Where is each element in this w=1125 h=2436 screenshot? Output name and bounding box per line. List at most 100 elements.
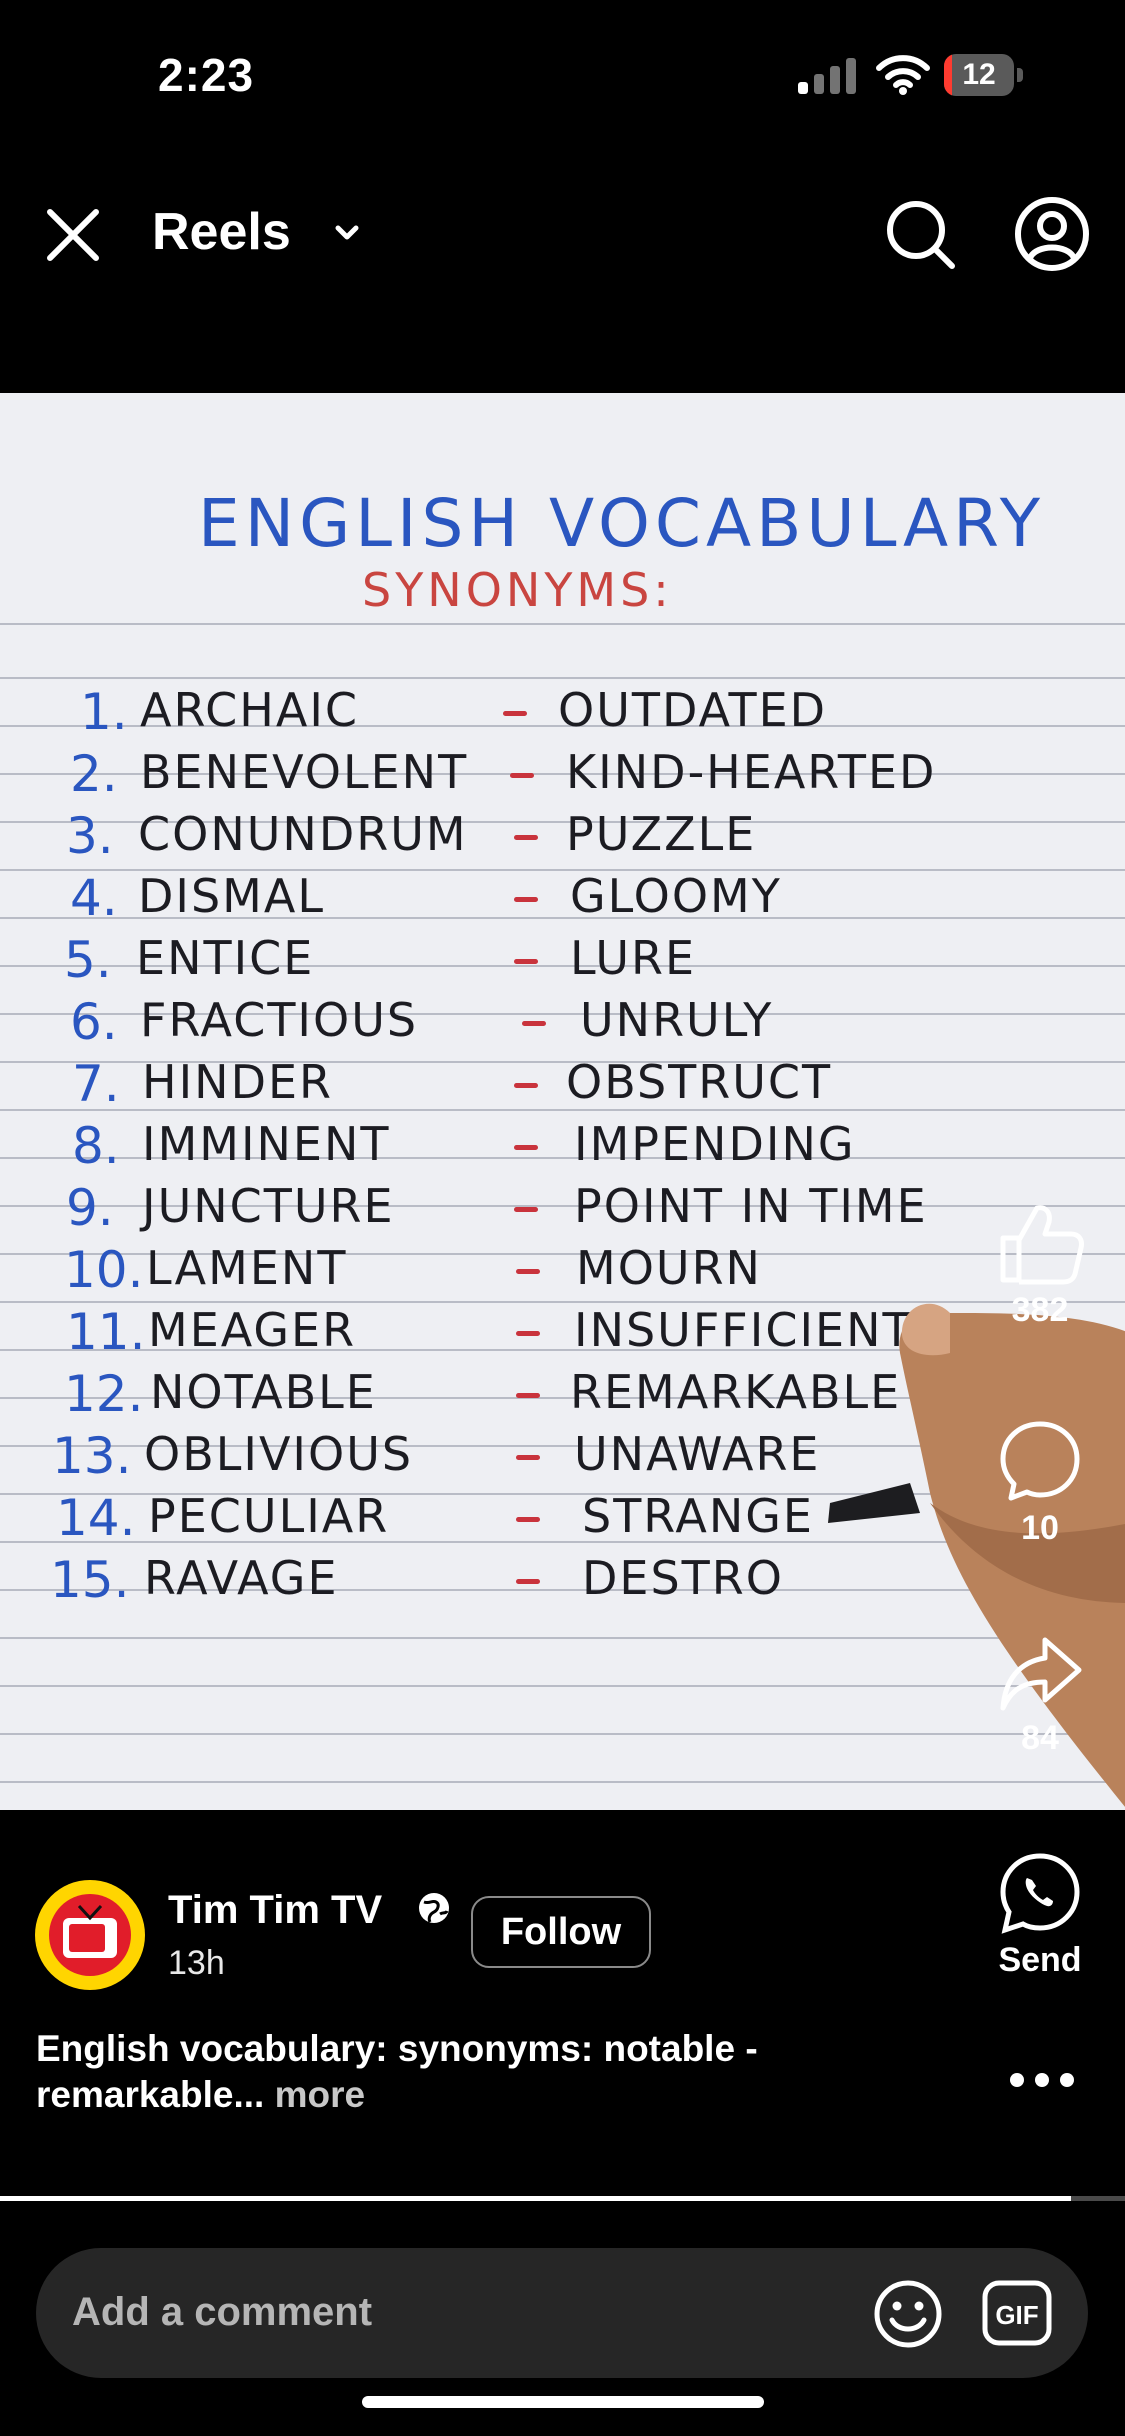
- svg-text:GIF: GIF: [995, 2300, 1038, 2330]
- vocab-word: BENEVOLENT: [140, 745, 469, 799]
- gif-icon: GIF: [982, 2280, 1052, 2346]
- vocab-number: 2.: [70, 745, 118, 803]
- vocab-dash: [516, 1269, 540, 1274]
- vocab-word: ENTICE: [136, 931, 315, 985]
- profile-icon: [1015, 197, 1089, 271]
- author-name[interactable]: Tim Tim TV: [168, 1888, 382, 1933]
- vocab-dash: [516, 1517, 540, 1522]
- vocab-word: MEAGER: [148, 1303, 357, 1357]
- vocab-synonym: UNAWARE: [574, 1427, 821, 1481]
- vocab-word: RAVAGE: [144, 1551, 339, 1605]
- vocab-word: JUNCTURE: [142, 1179, 395, 1233]
- comment-placeholder: Add a comment: [72, 2290, 373, 2334]
- send-label: Send: [998, 1941, 1082, 1979]
- vocab-dash: [516, 1579, 540, 1584]
- vocab-dash: [514, 959, 538, 964]
- vocab-synonym: STRANGE: [582, 1489, 814, 1543]
- notebook-rule: [0, 677, 1125, 679]
- home-indicator: [362, 2396, 764, 2408]
- vocab-dash: [516, 1393, 540, 1398]
- vocab-number: 9.: [66, 1179, 114, 1237]
- vocab-number: 3.: [66, 807, 114, 865]
- vocab-number: 6.: [70, 993, 118, 1051]
- vocab-dash: [514, 897, 538, 902]
- video-title: ENGLISH VOCABULARY: [198, 485, 1046, 562]
- notebook-rule: [0, 1109, 1125, 1111]
- vocab-dash: [516, 1331, 540, 1336]
- vocab-number: 5.: [64, 931, 112, 989]
- whatsapp-icon: [1000, 1853, 1080, 1934]
- vocab-synonym: OBSTRUCT: [566, 1055, 833, 1109]
- vocab-dash: [516, 1455, 540, 1460]
- vocab-number: 8.: [72, 1117, 120, 1175]
- close-icon: [47, 209, 99, 261]
- post-time: 13h: [168, 1944, 225, 1982]
- vocab-word: LAMENT: [146, 1241, 348, 1295]
- vocab-word: PECULIAR: [148, 1489, 390, 1543]
- vocab-word: IMMINENT: [142, 1117, 391, 1171]
- video-progress-fill: [0, 2196, 1071, 2201]
- gif-button[interactable]: GIF: [982, 2280, 1052, 2346]
- vocab-word: FRACTIOUS: [140, 993, 419, 1047]
- video-subtitle: SYNONYMS:: [362, 563, 673, 617]
- caption-more-link[interactable]: more: [275, 2074, 365, 2115]
- caption[interactable]: English vocabulary: synonyms: notable - …: [36, 2026, 896, 2118]
- more-dots-icon: [1010, 2073, 1074, 2087]
- wifi-icon: [875, 52, 931, 96]
- share-button[interactable]: 84: [990, 1634, 1090, 1758]
- vocab-word: NOTABLE: [150, 1365, 377, 1419]
- caption-text: English vocabulary: synonyms: notable - …: [36, 2028, 758, 2115]
- vocab-number: 10.: [64, 1241, 144, 1299]
- vocab-number: 12.: [64, 1365, 144, 1423]
- battery-level: 12: [962, 58, 996, 91]
- vocab-number: 7.: [72, 1055, 120, 1113]
- vocab-number: 4.: [70, 869, 118, 927]
- reel-video[interactable]: ENGLISH VOCABULARY SYNONYMS: 1. ARCHAIC OU…: [0, 393, 1125, 1810]
- comment-button[interactable]: 10: [990, 1418, 1090, 1548]
- like-button[interactable]: 382: [990, 1200, 1090, 1330]
- vocab-synonym: POINT IN TIME: [574, 1179, 928, 1233]
- vocab-dash: [514, 1145, 538, 1150]
- vocab-number: 13.: [52, 1427, 132, 1485]
- vocab-number: 11.: [66, 1303, 146, 1361]
- more-options-button[interactable]: [1008, 2070, 1076, 2090]
- vocab-word: HINDER: [142, 1055, 334, 1109]
- vocab-synonym: OUTDATED: [558, 683, 828, 737]
- notebook-rule: [0, 623, 1125, 625]
- like-icon: [1000, 1205, 1084, 1285]
- vocab-number: 14.: [56, 1489, 136, 1547]
- vocab-synonym: DESTRO: [582, 1551, 784, 1605]
- vocab-word: ARCHAIC: [140, 683, 360, 737]
- vocab-dash: [503, 711, 527, 716]
- vocab-synonym: PUZZLE: [566, 807, 757, 861]
- avatar[interactable]: [35, 1880, 145, 1990]
- cellular-signal-icon: [798, 58, 856, 94]
- tv-logo-icon: [63, 1904, 117, 1958]
- vocab-dash: [514, 1083, 538, 1088]
- battery-indicator: 12: [944, 54, 1024, 98]
- comment-icon: [1000, 1421, 1080, 1501]
- vocab-synonym: IMPENDING: [574, 1117, 856, 1171]
- close-button[interactable]: [38, 200, 108, 270]
- send-button[interactable]: Send: [990, 1850, 1090, 1980]
- status-time: 2:23: [158, 49, 255, 101]
- vocab-synonym: UNRULY: [580, 993, 774, 1047]
- emoji-icon: [874, 2280, 942, 2348]
- share-arrow-icon: [1000, 1637, 1082, 1711]
- vocab-synonym: GLOOMY: [570, 869, 782, 923]
- vocab-number: 1.: [80, 683, 128, 741]
- chevron-down-icon[interactable]: [330, 216, 364, 250]
- vocab-word: CONUNDRUM: [138, 807, 468, 861]
- search-button[interactable]: [882, 196, 958, 272]
- vocab-synonym: LURE: [570, 931, 697, 985]
- vocab-synonym: KIND-HEARTED: [566, 745, 937, 799]
- follow-button[interactable]: Follow: [471, 1896, 651, 1968]
- search-icon: [887, 201, 955, 269]
- profile-button[interactable]: [1012, 194, 1092, 274]
- vocab-dash: [514, 1207, 538, 1212]
- share-count: 84: [1021, 1719, 1059, 1757]
- comment-count: 10: [1021, 1509, 1059, 1547]
- video-progress-bar[interactable]: [0, 2196, 1125, 2201]
- emoji-button[interactable]: [872, 2278, 944, 2350]
- page-title[interactable]: Reels: [152, 200, 291, 264]
